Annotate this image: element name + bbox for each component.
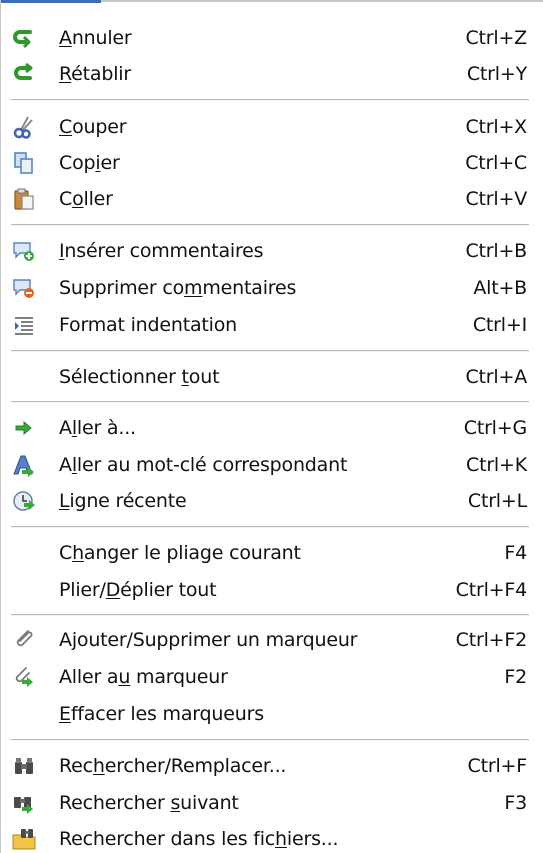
- menu-item-shortcut: Ctrl+B: [465, 240, 527, 262]
- menu-item-label: Coller: [59, 188, 113, 210]
- menu-item-format-indent[interactable]: Format indentation Ctrl+I: [1, 307, 543, 343]
- menu-item-label: Couper: [59, 116, 127, 138]
- menu-item-label: Sélectionner tout: [59, 366, 220, 388]
- menu-separator: [11, 401, 529, 403]
- menu-item-copy[interactable]: Copier Ctrl+C: [1, 145, 543, 181]
- menu-item-shortcut: Ctrl+G: [463, 417, 527, 439]
- menu-item-undo[interactable]: Annuler Ctrl+Z: [1, 20, 543, 56]
- remove-comment-icon: [13, 279, 34, 298]
- folder-search-icon: [12, 829, 36, 850]
- goto-marker-icon: [15, 667, 33, 687]
- menu-item-find-in-files[interactable]: Rechercher dans les fichiers...: [1, 821, 543, 853]
- menu-item-shortcut: Ctrl+X: [465, 116, 527, 138]
- insert-comment-icon: [13, 242, 34, 261]
- menu-item-shortcut: Ctrl+A: [465, 366, 527, 388]
- marker-toggle-icon: [16, 630, 33, 647]
- indent-icon: [15, 317, 33, 335]
- menu-item-paste[interactable]: Coller Ctrl+V: [1, 181, 543, 217]
- menu-item-label: Aller à...: [59, 417, 136, 439]
- menu-item-redo[interactable]: Rétablir Ctrl+Y: [1, 56, 543, 92]
- menu-item-label: Effacer les marqueurs: [59, 703, 264, 725]
- menu-item-label: Ajouter/Supprimer un marqueur: [59, 629, 358, 651]
- menu-item-select-all[interactable]: Sélectionner tout Ctrl+A: [1, 359, 543, 395]
- menu-item-insert-comments[interactable]: Insérer commentaires Ctrl+B: [1, 233, 543, 269]
- paste-icon: [14, 188, 34, 210]
- menu-item-label: Rétablir: [59, 63, 131, 85]
- menu-item-shortcut: F3: [504, 792, 527, 814]
- copy-icon: [14, 152, 33, 174]
- menu-item-clear-markers[interactable]: Effacer les marqueurs: [1, 696, 543, 732]
- menu-item-find-next[interactable]: Rechercher suivant F3: [1, 785, 543, 821]
- menu-separator: [11, 614, 529, 616]
- menu-item-find-replace[interactable]: Rechercher/Remplacer... Ctrl+F: [1, 748, 543, 784]
- menu-item-label: Ligne récente: [59, 490, 187, 512]
- binoculars-icon: [15, 758, 33, 774]
- menu-item-label: Annuler: [59, 27, 132, 49]
- redo-icon: [14, 62, 33, 80]
- menu-item-shortcut: Ctrl+V: [465, 188, 527, 210]
- menu-item-shortcut: F4: [504, 542, 527, 564]
- menu-item-label: Changer le pliage courant: [59, 542, 301, 564]
- menu-item-label: Supprimer commentaires: [59, 277, 297, 299]
- menu-item-shortcut: F2: [504, 666, 527, 688]
- menu-item-label: Insérer commentaires: [59, 240, 264, 262]
- menu-item-shortcut: Ctrl+Y: [466, 63, 527, 85]
- recent-line-icon: [13, 491, 35, 511]
- menu-item-label: Format indentation: [59, 314, 237, 336]
- menu-item-label: Copier: [59, 152, 120, 174]
- menu-item-goto-marker[interactable]: Aller au marqueur F2: [1, 659, 543, 695]
- goto-arrow-icon: [15, 420, 32, 436]
- menu-item-label: Rechercher suivant: [59, 792, 239, 814]
- menu-item-shortcut: Alt+B: [473, 277, 527, 299]
- menu-item-remove-comments[interactable]: Supprimer commentaires Alt+B: [1, 270, 543, 306]
- menu-item-goto-matching-keyword[interactable]: Aller au mot-clé correspondant Ctrl+K: [1, 447, 543, 483]
- menu-item-label: Aller au mot-clé correspondant: [59, 454, 348, 476]
- menu-item-shortcut: Ctrl+F: [467, 755, 528, 777]
- menu-item-label: Plier/Déplier tout: [59, 579, 217, 601]
- cut-icon: [13, 116, 33, 139]
- menu-item-recent-line[interactable]: Ligne récente Ctrl+L: [1, 483, 543, 519]
- menu-item-toggle-fold[interactable]: Changer le pliage courant F4: [1, 535, 543, 571]
- undo-icon: [13, 30, 32, 49]
- menu-item-shortcut: Ctrl+F4: [455, 579, 528, 601]
- menu-item-label: Rechercher/Remplacer...: [59, 755, 287, 777]
- menu-item-shortcut: Ctrl+F2: [455, 629, 528, 651]
- menu-separator: [11, 224, 529, 226]
- menu-item-label: Aller au marqueur: [59, 666, 228, 688]
- edit-menu: Annuler Ctrl+Z Rétablir Ctrl+Y Couper Ct…: [0, 0, 543, 853]
- menu-separator: [11, 526, 529, 528]
- menu-item-shortcut: Ctrl+Z: [465, 27, 527, 49]
- menu-item-shortcut: Ctrl+K: [466, 454, 527, 476]
- menu-item-shortcut: Ctrl+I: [472, 314, 527, 336]
- menu-item-goto[interactable]: Aller à... Ctrl+G: [1, 410, 543, 446]
- matching-keyword-icon: [13, 455, 34, 477]
- menu-separator: [11, 350, 529, 352]
- menu-header-accent: [1, 0, 101, 3]
- menu-item-cut[interactable]: Couper Ctrl+X: [1, 109, 543, 145]
- menu-item-shortcut: Ctrl+C: [465, 152, 527, 174]
- menu-item-toggle-marker[interactable]: Ajouter/Supprimer un marqueur Ctrl+F2: [1, 622, 543, 658]
- menu-top-border: [101, 0, 543, 2]
- menu-item-label: Rechercher dans les fichiers...: [59, 828, 339, 850]
- menu-separator: [11, 739, 529, 741]
- menu-separator: [11, 99, 529, 101]
- menu-item-shortcut: Ctrl+L: [467, 490, 527, 512]
- menu-item-fold-all[interactable]: Plier/Déplier tout Ctrl+F4: [1, 572, 543, 608]
- binoculars-next-icon: [14, 797, 33, 814]
